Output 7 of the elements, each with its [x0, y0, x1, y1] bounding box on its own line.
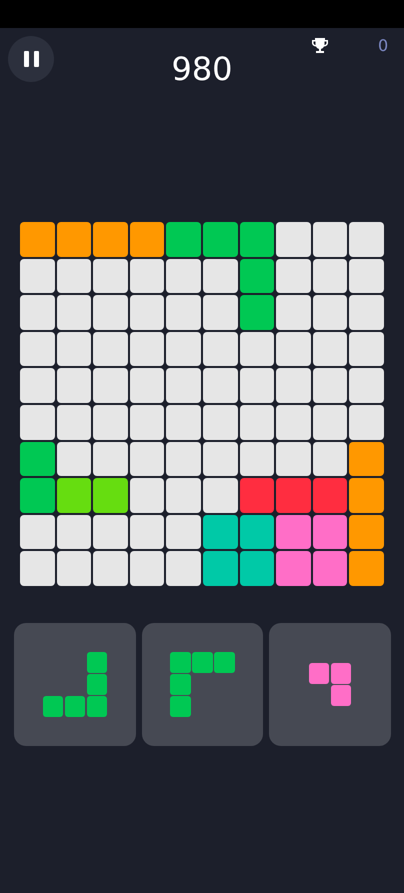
best-score: 0: [378, 36, 388, 55]
piece-slot[interactable]: [142, 622, 264, 746]
piece-slot[interactable]: [269, 622, 392, 746]
piece-slot[interactable]: [14, 622, 136, 746]
trophy-icon: [310, 36, 330, 56]
pause-button[interactable]: [8, 36, 54, 82]
score: 980: [171, 50, 233, 88]
